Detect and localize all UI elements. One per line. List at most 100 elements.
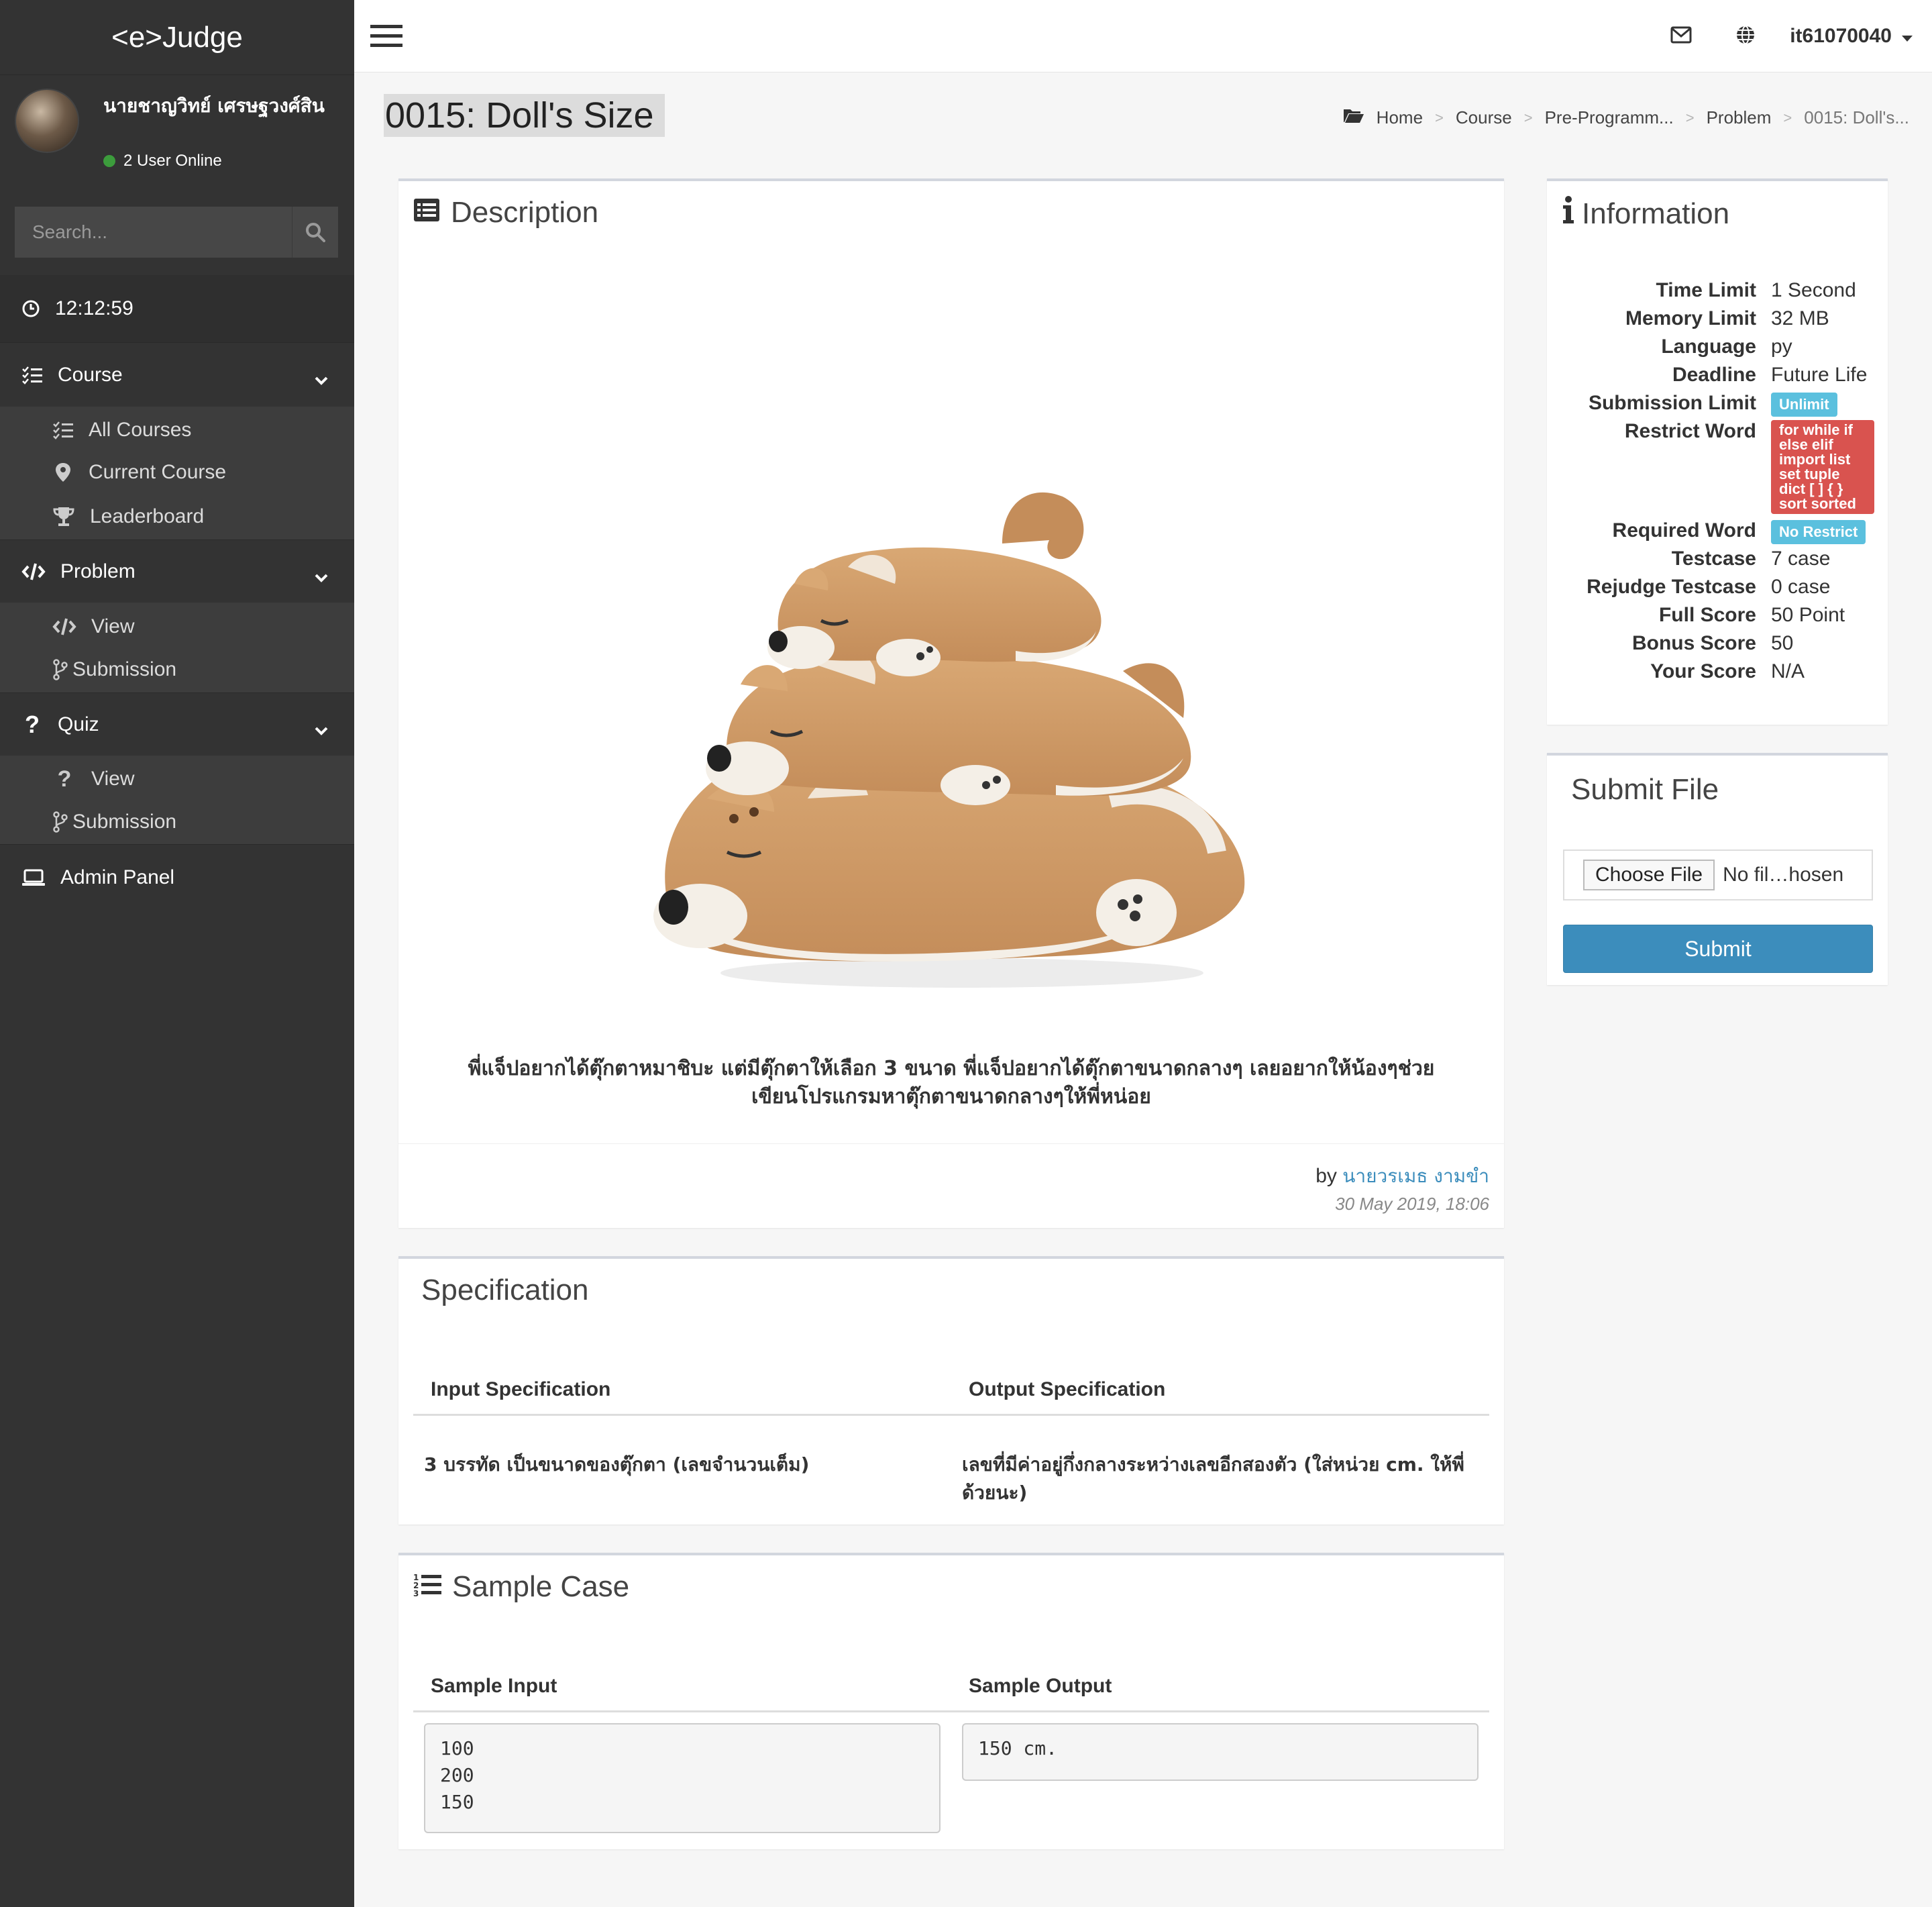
sample-input-block: 100 200 150 bbox=[424, 1723, 941, 1833]
globe-icon bbox=[1735, 24, 1756, 49]
info-key: Rejudge Testcase bbox=[1587, 576, 1756, 598]
author-link[interactable]: นายวรเมธ งามขำ bbox=[1342, 1165, 1489, 1187]
sidebar-item-quiz-view[interactable]: ? View bbox=[0, 756, 354, 800]
sample-case-title: Sample Case bbox=[452, 1570, 630, 1603]
chevron-down-icon bbox=[314, 566, 329, 588]
description-title: Description bbox=[451, 196, 599, 229]
clock: 12:12:59 bbox=[0, 275, 354, 342]
question-icon: ? bbox=[25, 710, 40, 738]
info-row-submission-limit: Submission Limit Unlimit bbox=[1547, 389, 1888, 417]
sidebar-item-all-courses[interactable]: All Courses bbox=[0, 407, 354, 451]
search-input[interactable] bbox=[15, 207, 292, 258]
code-icon bbox=[21, 562, 46, 581]
breadcrumb-problem[interactable]: Problem bbox=[1707, 107, 1772, 128]
online-status: 2 User Online bbox=[103, 152, 222, 170]
sidebar-item-quiz-submission[interactable]: Submission bbox=[0, 800, 354, 844]
sidebar-item-label: Submission bbox=[72, 811, 177, 833]
folder-open-icon bbox=[1343, 107, 1364, 128]
table-header-row: Sample Input Sample Output bbox=[413, 1661, 1489, 1712]
sample-case-header: 123 Sample Case bbox=[413, 1570, 629, 1604]
table-row: 3 บรรทัด เป็นขนาดของตุ๊กตา (เลขจำนวนเต็ม… bbox=[413, 1416, 1489, 1507]
sidebar-item-admin-panel[interactable]: Admin Panel bbox=[0, 844, 354, 910]
output-spec-header: Output Specification bbox=[969, 1378, 1166, 1400]
search-icon bbox=[305, 222, 325, 242]
sidebar-item-problem-view[interactable]: View bbox=[0, 603, 354, 647]
description-footer: by นายวรเมธ งามขำ 30 May 2019, 18:06 bbox=[398, 1143, 1504, 1231]
clock-icon bbox=[21, 299, 40, 318]
file-input[interactable]: Choose File No fil…hosen bbox=[1563, 849, 1873, 900]
laptop-icon bbox=[21, 868, 46, 887]
sidebar-item-problem[interactable]: Problem bbox=[0, 539, 354, 603]
choose-file-button[interactable]: Choose File bbox=[1583, 860, 1715, 890]
sidebar-item-label: Leaderboard bbox=[90, 505, 205, 527]
problem-description: พี่แจ็ปอยากได้ตุ๊กตาหมาชิบะ แต่มีตุ๊กตาใ… bbox=[425, 1055, 1477, 1111]
table-header-row: Input Specification Output Specification bbox=[413, 1365, 1489, 1416]
info-key: Your Score bbox=[1650, 660, 1756, 682]
info-row-full-score: Full Score 50 Point bbox=[1547, 601, 1888, 629]
language-button[interactable] bbox=[1713, 0, 1778, 72]
description-header: Description bbox=[413, 196, 598, 229]
info-value: 50 bbox=[1771, 632, 1794, 654]
information-list: Time Limit 1 Second Memory Limit 32 MB L… bbox=[1547, 276, 1888, 686]
breadcrumb-course[interactable]: Course bbox=[1456, 107, 1512, 128]
breadcrumb-course-name[interactable]: Pre-Programm... bbox=[1545, 107, 1674, 128]
info-value: 32 MB bbox=[1771, 307, 1829, 329]
breadcrumb-current: 0015: Doll's... bbox=[1804, 107, 1909, 127]
navbar-right: it61070040 bbox=[1649, 0, 1932, 72]
info-row-testcase: Testcase 7 case bbox=[1547, 545, 1888, 573]
course-submenu: All Courses Current Course Leaderboard bbox=[0, 407, 354, 539]
sidebar-item-course[interactable]: Course bbox=[0, 342, 354, 407]
specification-box: Specification Input Specification Output… bbox=[398, 1256, 1504, 1525]
messages-button[interactable] bbox=[1649, 0, 1713, 72]
sample-table: Sample Input Sample Output 100 200 150 1… bbox=[413, 1661, 1489, 1833]
quiz-submenu: ? View Submission bbox=[0, 756, 354, 844]
search-button[interactable] bbox=[292, 207, 338, 258]
by-label: by bbox=[1316, 1165, 1337, 1187]
table-row: 100 200 150 150 cm. bbox=[413, 1712, 1489, 1833]
sidebar-item-label: All Courses bbox=[89, 419, 192, 441]
info-row-your-score: Your Score N/A bbox=[1547, 658, 1888, 686]
info-row-memory-limit: Memory Limit 32 MB bbox=[1547, 305, 1888, 333]
sample-case-box: 123 Sample Case Sample Input Sample Outp… bbox=[398, 1553, 1504, 1849]
output-spec-text: เลขที่มีค่าอยู่กึ่งกลางระหว่างเลขอีกสองต… bbox=[962, 1453, 1464, 1504]
sidebar-item-quiz[interactable]: ? Quiz bbox=[0, 692, 354, 756]
description-box: Description พี่แจ็ปอยากได้ตุ๊กตาหมาชิบะ … bbox=[398, 178, 1504, 1228]
sidebar-item-label: Course bbox=[58, 363, 123, 386]
sidebar-item-label: View bbox=[91, 615, 135, 637]
sidebar-item-leaderboard[interactable]: Leaderboard bbox=[0, 494, 354, 539]
username: it61070040 bbox=[1790, 25, 1892, 47]
author-line: by นายวรเมธ งามขำ bbox=[1316, 1162, 1489, 1191]
user-menu[interactable]: it61070040 bbox=[1778, 25, 1932, 48]
sidebar-item-problem-submission[interactable]: Submission bbox=[0, 647, 354, 692]
top-navbar: it61070040 bbox=[354, 0, 1932, 72]
avatar bbox=[15, 89, 79, 153]
info-row-deadline: Deadline Future Life bbox=[1547, 361, 1888, 389]
input-spec-header: Input Specification bbox=[431, 1378, 611, 1400]
submit-button[interactable]: Submit bbox=[1563, 925, 1873, 973]
sidebar-item-current-course[interactable]: Current Course bbox=[0, 451, 354, 494]
sidebar-item-label: Submission bbox=[72, 658, 177, 680]
chevron-down-icon bbox=[314, 368, 329, 391]
list-check-icon bbox=[21, 366, 43, 384]
brand-logo[interactable]: <e>Judge bbox=[0, 0, 354, 75]
publish-date: 30 May 2019, 18:06 bbox=[1335, 1194, 1489, 1214]
info-key: Time Limit bbox=[1656, 279, 1756, 301]
info-key: Bonus Score bbox=[1631, 632, 1756, 654]
breadcrumb-home[interactable]: Home bbox=[1377, 107, 1423, 128]
submit-file-box: Submit File Choose File No fil…hosen Sub… bbox=[1547, 753, 1888, 985]
svg-text:3: 3 bbox=[413, 1589, 419, 1596]
info-value: py bbox=[1771, 336, 1792, 358]
hamburger-menu-icon[interactable] bbox=[370, 24, 404, 52]
online-count: 2 User Online bbox=[123, 152, 222, 170]
sidebar-item-label: Admin Panel bbox=[60, 866, 175, 888]
info-key: Required Word bbox=[1612, 519, 1756, 542]
page-title: 0015: Doll's Size bbox=[384, 94, 665, 137]
info-value: 1 Second bbox=[1771, 279, 1856, 301]
chevron-down-icon bbox=[314, 719, 329, 741]
status-badge: for while if else elif import list set t… bbox=[1771, 420, 1874, 514]
breadcrumb-separator: > bbox=[1783, 109, 1792, 126]
online-dot-icon bbox=[103, 155, 115, 167]
info-row-required-word: Required Word No Restrict bbox=[1547, 517, 1888, 545]
breadcrumb-separator: > bbox=[1523, 109, 1533, 126]
breadcrumb-separator: > bbox=[1435, 109, 1444, 126]
